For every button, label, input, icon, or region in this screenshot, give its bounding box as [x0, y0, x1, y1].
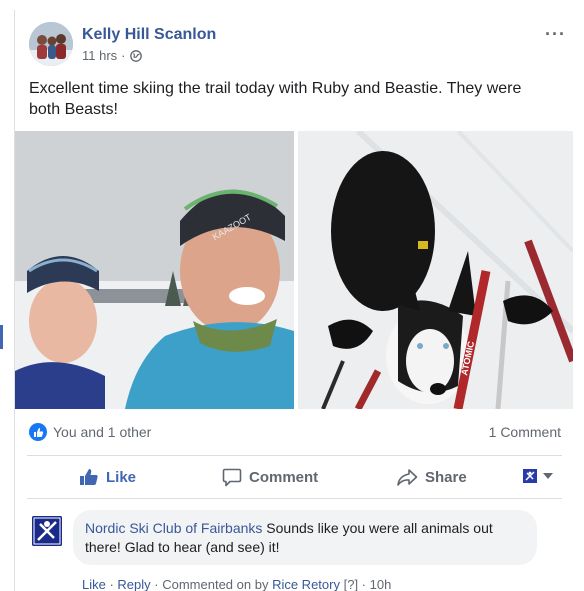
author-name[interactable]: Kelly Hill Scanlon [82, 26, 216, 44]
dog-skis-image: ATOMIC [298, 131, 573, 409]
selfie-image: KAAZOOT [15, 131, 294, 409]
avatar-photo-icon [29, 22, 73, 66]
like-reaction-icon [29, 423, 47, 441]
post-text: Excellent time skiing the trail today wi… [29, 80, 522, 118]
post-meta: 11 hrs · [82, 48, 142, 63]
comment-author[interactable]: Nordic Ski Club of Fairbanks [85, 520, 262, 536]
more-options-button[interactable]: ··· [545, 24, 566, 45]
meta-separator: · [121, 48, 126, 63]
post-card: Kelly Hill Scanlon 11 hrs · ··· Excellen… [14, 10, 584, 591]
comments-count[interactable]: 1 Comment [489, 424, 561, 440]
like-label: Like [106, 468, 137, 486]
commenter-avatar[interactable] [32, 516, 62, 546]
post-photo-selfie[interactable]: KAAZOOT [15, 131, 294, 409]
author-avatar[interactable] [29, 22, 73, 66]
comment-button[interactable]: Comment [222, 468, 318, 487]
left-edge-marker [0, 325, 3, 349]
thumbs-up-icon [80, 469, 98, 485]
comment-bubble-icon [222, 468, 242, 487]
divider [27, 498, 562, 499]
post-photo-dog[interactable]: ATOMIC [298, 131, 573, 409]
reactions-summary[interactable]: You and 1 other [29, 423, 151, 441]
club-logo-icon [32, 516, 62, 546]
commenter-name-link[interactable]: Rice Retory [272, 577, 340, 591]
like-button[interactable]: Like [79, 468, 136, 486]
comment-label: Comment [249, 469, 319, 486]
divider [27, 455, 562, 456]
comment-bubble: Nordic Ski Club of Fairbanks Sounds like… [73, 510, 537, 565]
globe-icon[interactable] [129, 49, 142, 62]
comment-reply-link[interactable]: Reply [117, 577, 150, 591]
comment-as-selector[interactable] [523, 469, 553, 483]
commented-on-by-text: · Commented on by [150, 577, 273, 591]
comment-actions: Like · Reply · Commented on by Rice Reto… [82, 577, 391, 591]
help-tag[interactable]: [?] [340, 577, 358, 591]
share-arrow-icon [397, 469, 418, 486]
comment-like-link[interactable]: Like [82, 577, 106, 591]
share-button[interactable]: Share [396, 468, 467, 487]
post-timestamp[interactable]: 11 hrs [82, 48, 117, 63]
club-logo-icon [523, 469, 537, 483]
separator: · [105, 577, 118, 591]
reactions-text: You and 1 other [53, 424, 152, 440]
share-label: Share [425, 469, 467, 486]
chevron-down-icon [543, 473, 553, 479]
comment-time[interactable]: · 10h [358, 577, 392, 591]
